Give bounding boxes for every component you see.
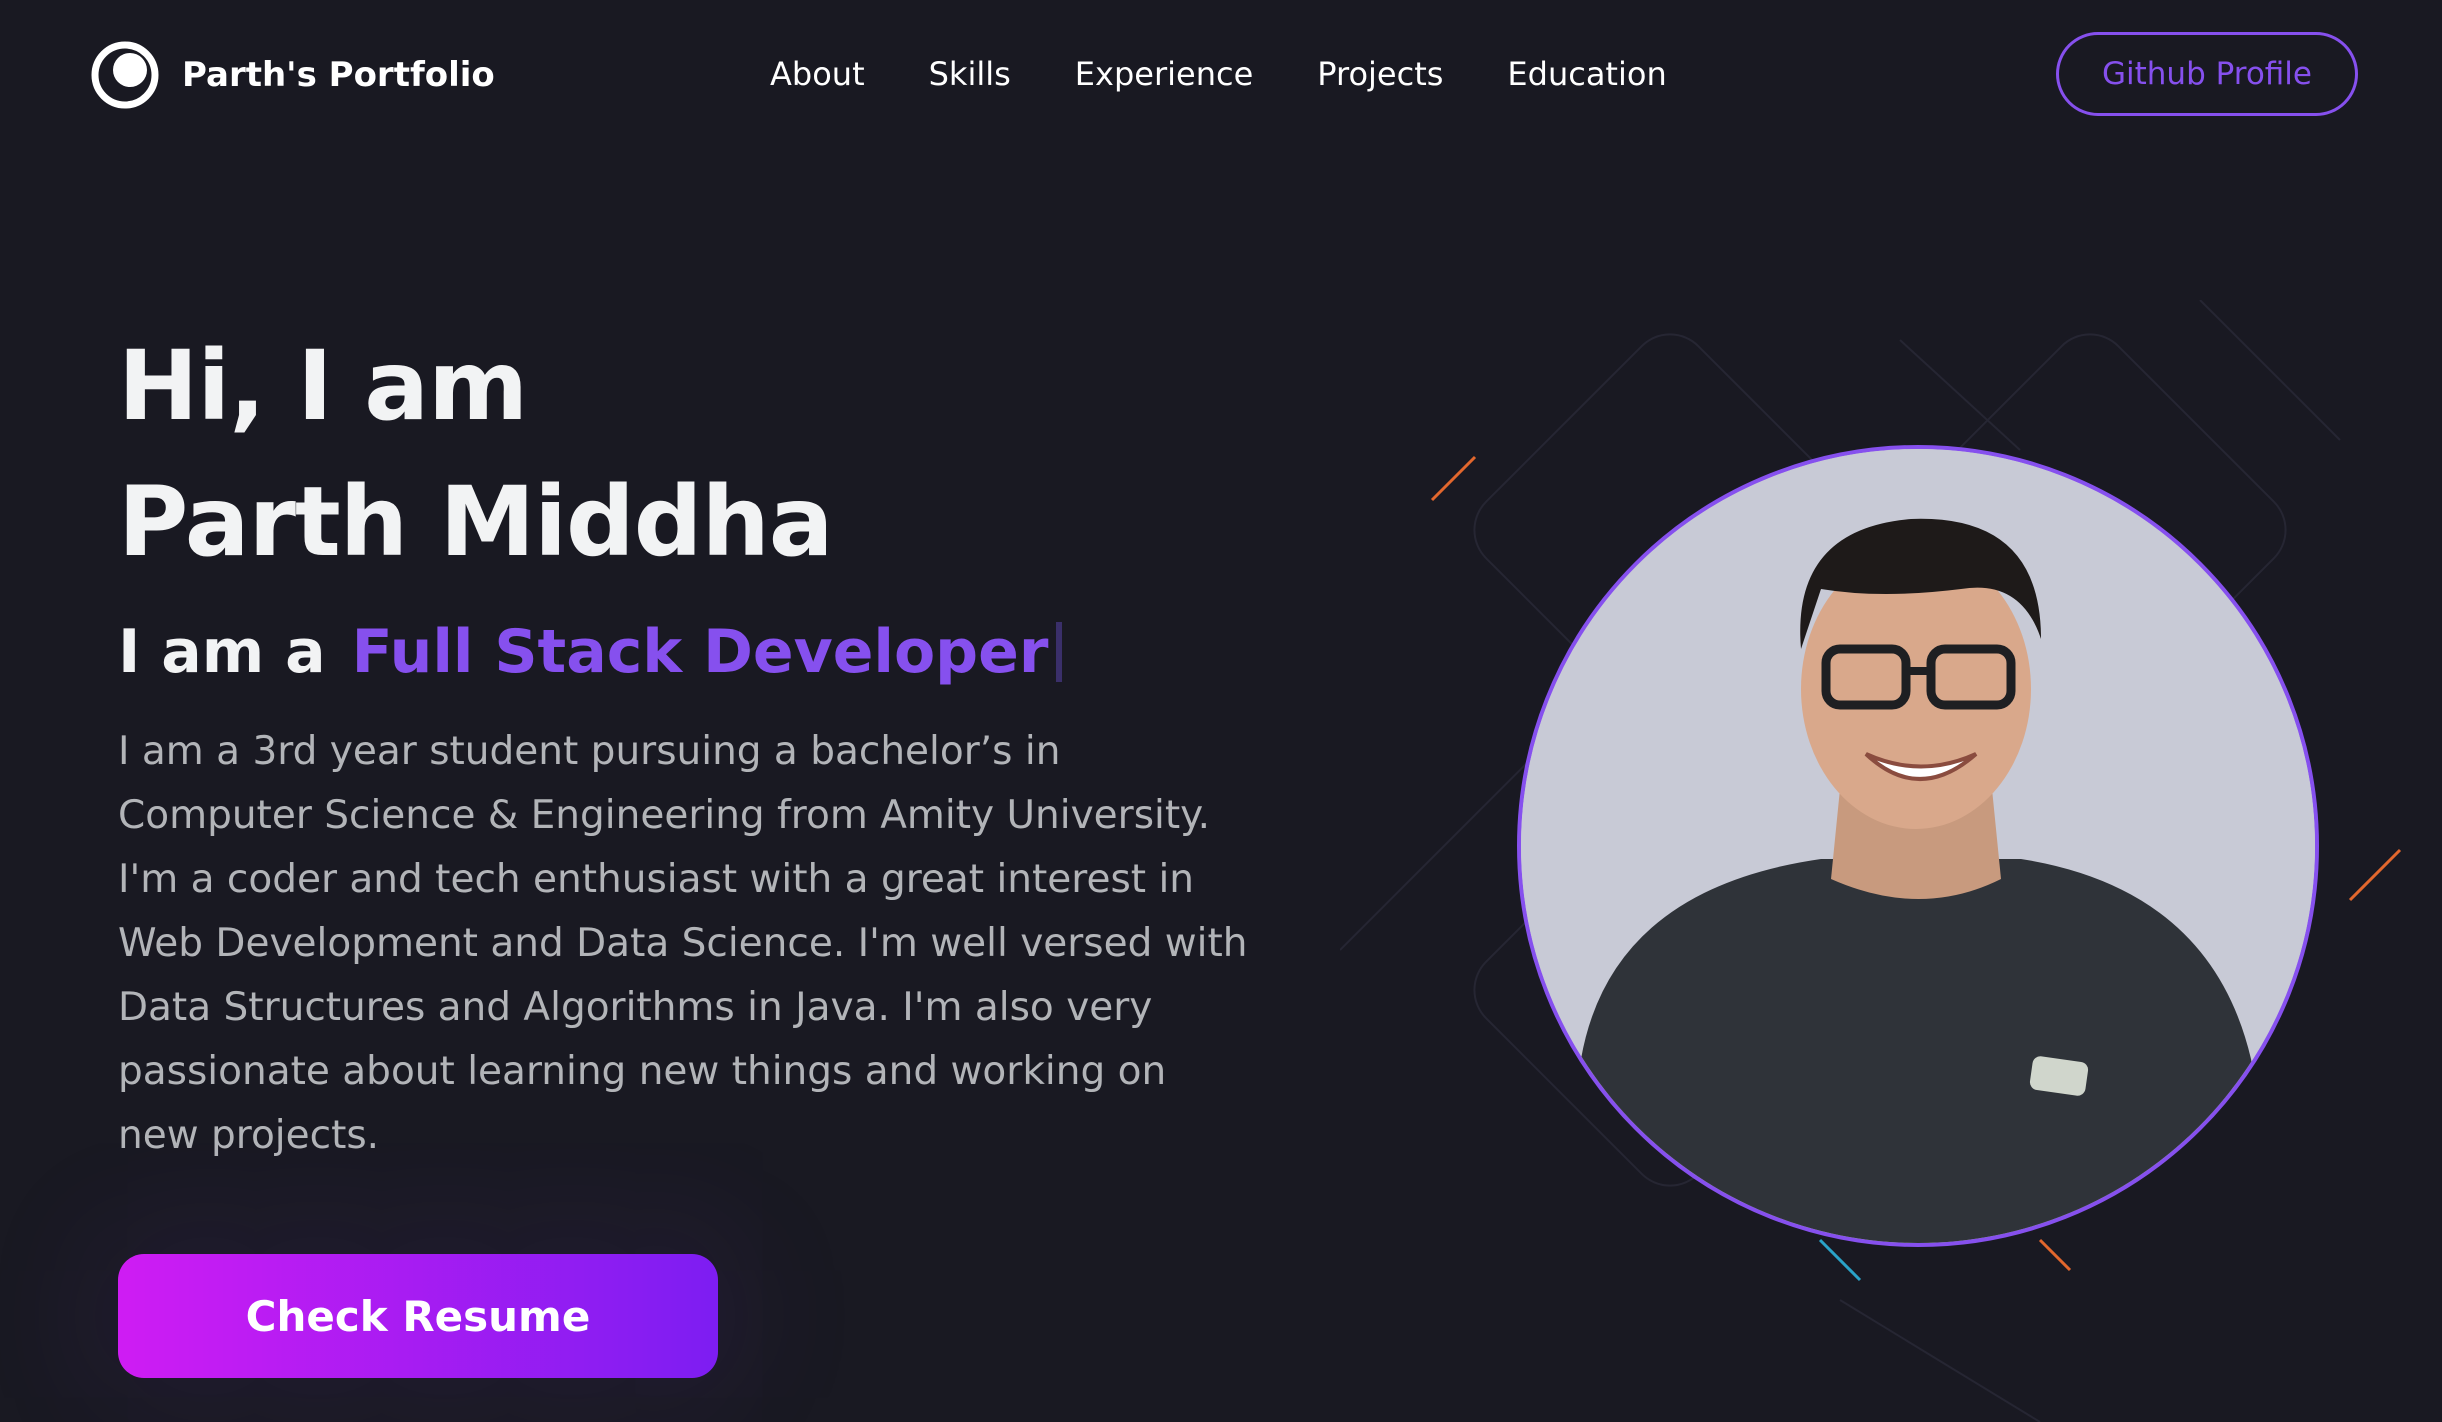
hero-title: Hi, I am Parth Middha — [118, 318, 834, 590]
role-typewriter: Full Stack Developer — [351, 617, 1049, 687]
hero-greeting: Hi, I am — [118, 330, 528, 442]
nav-link-about[interactable]: About — [770, 55, 865, 93]
decor-line — [1899, 339, 2021, 451]
role-prefix: I am a — [118, 617, 326, 687]
bio-paragraph: I am a 3rd year student pursuing a bache… — [118, 729, 1248, 1158]
typing-cursor — [1056, 622, 1063, 682]
brand-name: Parth's Portfolio — [182, 55, 495, 95]
profile-photo — [1517, 445, 2319, 1247]
hero-name: Parth Middha — [118, 466, 834, 578]
logo-icon — [91, 41, 159, 109]
decor-spark-orange — [2348, 848, 2402, 902]
nav-link-skills[interactable]: Skills — [929, 55, 1011, 93]
navbar: Parth's Portfolio About Skills Experienc… — [0, 0, 2442, 148]
github-profile-button[interactable]: Github Profile — [2056, 32, 2358, 116]
decor-spark-orange — [1430, 455, 1477, 502]
decor-line — [1839, 1299, 2041, 1422]
role-line: I am a Full Stack Developer — [118, 612, 1063, 692]
decor-line — [2199, 300, 2341, 441]
check-resume-button[interactable]: Check Resume — [118, 1254, 718, 1378]
profile-illustration — [1521, 449, 2315, 1243]
nav-link-projects[interactable]: Projects — [1317, 55, 1443, 93]
nav-links: About Skills Experience Projects Educati… — [770, 50, 1731, 98]
brand[interactable]: Parth's Portfolio — [90, 40, 495, 110]
nav-link-experience[interactable]: Experience — [1075, 55, 1253, 93]
decor-spark-cyan — [1818, 1238, 1862, 1282]
decor-spark-orange — [2038, 1238, 2072, 1272]
nav-link-education[interactable]: Education — [1507, 55, 1666, 93]
